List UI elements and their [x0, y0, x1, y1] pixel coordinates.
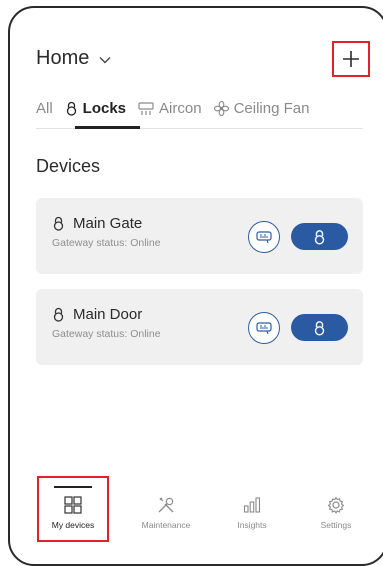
plus-icon: [343, 51, 359, 67]
chevron-down-icon: [97, 51, 113, 67]
tab-label: Locks: [82, 100, 127, 117]
section-title: Devices: [36, 156, 101, 176]
lock-icon: [53, 216, 64, 231]
remote-icon: [256, 322, 272, 335]
nav-maintenance[interactable]: Maintenance: [130, 496, 202, 530]
tab-ceiling-fan[interactable]: Ceiling Fan: [213, 100, 310, 117]
bottom-nav: My devices Maintenance Insights Settings: [10, 474, 374, 548]
home-selector[interactable]: Home: [36, 47, 113, 70]
remote-control-button[interactable]: [248, 312, 280, 344]
nav-label: Maintenance: [141, 520, 191, 530]
lock-icon: [314, 229, 325, 245]
unlock-button[interactable]: [291, 223, 348, 250]
tab-all[interactable]: All: [36, 100, 53, 117]
category-tabs: All Locks Aircon Ceiling Fan: [36, 100, 321, 117]
fan-icon: [213, 101, 229, 116]
tab-label: Ceiling Fan: [233, 100, 310, 117]
grid-icon: [64, 496, 82, 514]
device-card[interactable]: Main Gate Gateway status: Online: [36, 198, 363, 274]
gateway-status: Gateway status: Online: [52, 328, 161, 340]
tab-aircon[interactable]: Aircon: [138, 100, 202, 117]
device-card[interactable]: Main Door Gateway status: Online: [36, 289, 363, 365]
add-device-button[interactable]: [332, 41, 370, 77]
nav-insights[interactable]: Insights: [216, 496, 288, 530]
nav-settings[interactable]: Settings: [300, 496, 372, 530]
tab-label: All: [36, 100, 53, 117]
nav-label: My devices: [51, 520, 95, 530]
device-name: Main Gate: [73, 215, 143, 232]
remote-icon: [256, 231, 272, 244]
aircon-icon: [138, 101, 154, 115]
gear-icon: [327, 496, 345, 514]
tab-locks[interactable]: Locks: [65, 100, 126, 117]
nav-label: Settings: [320, 520, 352, 530]
nav-my-devices[interactable]: My devices: [37, 476, 109, 542]
nav-label: Insights: [237, 520, 267, 530]
tools-icon: [158, 497, 174, 513]
lock-icon: [66, 101, 76, 116]
unlock-button[interactable]: [291, 314, 348, 341]
active-tab-indicator: [75, 126, 140, 129]
device-name: Main Door: [73, 306, 143, 323]
bars-icon: [243, 497, 261, 513]
gateway-status: Gateway status: Online: [52, 237, 161, 249]
tab-label: Aircon: [159, 100, 202, 117]
remote-control-button[interactable]: [248, 221, 280, 253]
page-title: Home: [36, 47, 90, 69]
lock-icon: [314, 320, 325, 336]
lock-icon: [53, 307, 64, 322]
